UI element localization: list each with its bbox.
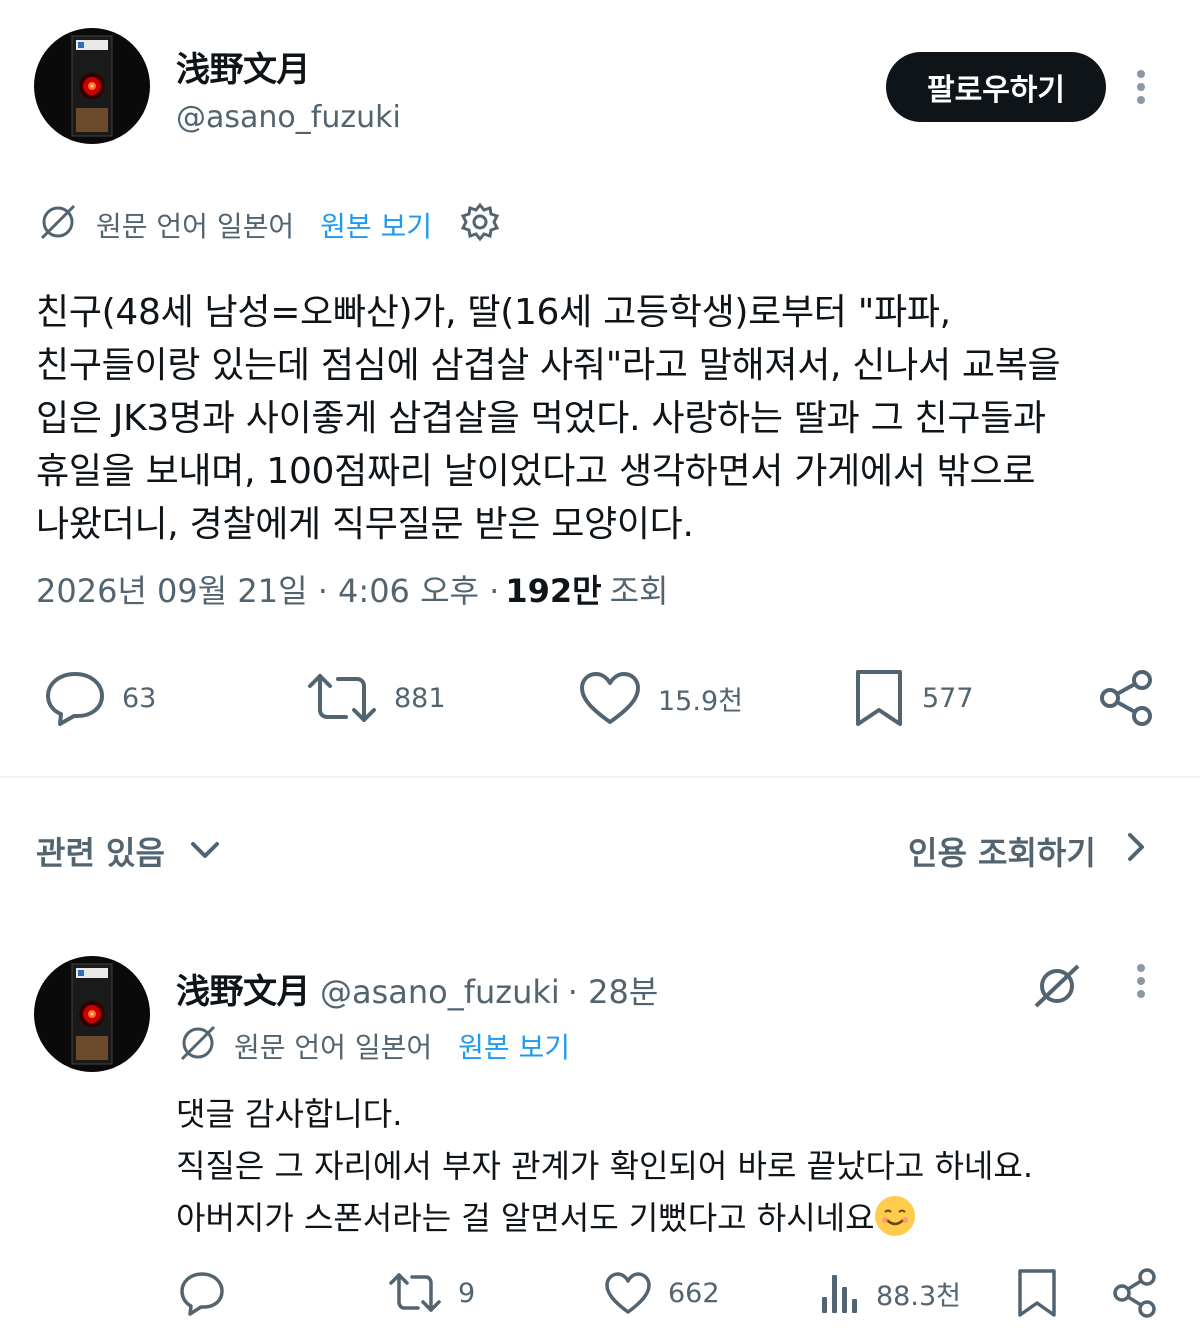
retweet-icon <box>388 1270 442 1316</box>
chevron-down-icon <box>189 832 221 870</box>
reply-show-original-link[interactable]: 원본 보기 <box>458 1026 570 1066</box>
translate-icon <box>36 200 80 251</box>
reply-translation-notice: 원문 언어 일본어 원본 보기 <box>176 1022 570 1070</box>
reply-reply-button[interactable] <box>178 1268 226 1318</box>
tweet-text-line: 친구(48세 남성=오빠산)가, 딸(16세 고등학생)로부터 "파파, <box>36 292 951 333</box>
tweet-text: 친구(48세 남성=오빠산)가, 딸(16세 고등학생)로부터 "파파, 친구들… <box>36 286 1176 551</box>
reply-views-button[interactable]: 88.3천 <box>818 1268 961 1318</box>
chevron-right-icon <box>1126 831 1148 871</box>
smile-emoji <box>874 1196 915 1236</box>
retweet-icon <box>306 670 378 726</box>
like-icon <box>578 670 642 726</box>
translation-notice: 원문 언어 일본어 원본 보기 <box>36 200 500 250</box>
follow-button[interactable]: 팔로우하기 <box>886 52 1106 122</box>
reply-header: 浅野文月 @asano_fuzuki · 28분 <box>176 964 658 1013</box>
share-icon <box>1098 668 1156 728</box>
views-label: 조회 <box>609 572 669 610</box>
related-label: 관련 있음 <box>36 834 165 872</box>
reply-like-button[interactable]: 662 <box>604 1268 720 1318</box>
bookmark-count: 577 <box>922 682 974 714</box>
tweet-text-line: 친구들이랑 있는데 점심에 삼겹살 사줘"라고 말해져서, 신나서 교복을 <box>36 345 1061 386</box>
share-button[interactable] <box>1098 668 1156 728</box>
views-count: 192만 <box>505 572 602 610</box>
reply-button[interactable]: 63 <box>44 670 156 726</box>
reply-icon <box>178 1270 226 1316</box>
reply-like-count: 662 <box>668 1277 720 1309</box>
translate-icon <box>176 1021 220 1072</box>
reply-text-line: 직질은 그 자리에서 부자 관계가 확인되어 바로 끝났다고 하네요. <box>176 1147 1033 1185</box>
tweet-timestamp[interactable]: 2026년 09월 21일 · 4:06 오후 · <box>36 566 499 612</box>
reply-retweet-count: 9 <box>458 1277 476 1309</box>
tweet-text-line: 나왔더니, 경찰에게 직무질문 받은 모양이다. <box>36 504 694 545</box>
reply-text-line-content: 아버지가 스폰서라는 걸 알면서도 기뻤다고 하시네요 <box>176 1199 875 1237</box>
reply-text-line: 아버지가 스폰서라는 걸 알면서도 기뻤다고 하시네요 <box>176 1192 1176 1244</box>
like-icon <box>604 1271 652 1315</box>
reply-text-line: 댓글 감사합니다. <box>176 1095 403 1133</box>
bookmark-button[interactable]: 577 <box>852 668 974 728</box>
reply-views-count: 88.3천 <box>876 1280 961 1312</box>
reply-time[interactable]: · 28분 <box>568 967 659 1013</box>
author-avatar[interactable] <box>34 28 150 144</box>
reply-count: 63 <box>122 682 157 714</box>
retweet-count: 881 <box>394 682 446 714</box>
reply-share-button[interactable] <box>1112 1266 1158 1320</box>
view-quotes-link[interactable]: 인용 조회하기 <box>908 826 1148 876</box>
more-icon[interactable] <box>1136 70 1146 104</box>
reply-author-handle[interactable]: @asano_fuzuki <box>320 973 560 1011</box>
like-button[interactable]: 15.9천 <box>578 670 743 726</box>
reply-text: 댓글 감사합니다. 직질은 그 자리에서 부자 관계가 확인되어 바로 끝났다고… <box>176 1088 1176 1244</box>
author-name[interactable]: 浅野文月 <box>176 42 311 91</box>
divider <box>0 776 1200 778</box>
reply-bookmark-button[interactable] <box>1016 1266 1058 1320</box>
reply-author-avatar[interactable] <box>34 956 150 1072</box>
reply-author-name[interactable]: 浅野文月 <box>176 964 311 1013</box>
like-count: 15.9천 <box>658 685 743 717</box>
reply-original-language-label: 원문 언어 일본어 <box>234 1031 433 1064</box>
related-dropdown[interactable]: 관련 있음 <box>36 826 221 876</box>
retweet-button[interactable]: 881 <box>306 670 446 726</box>
original-language-label: 원문 언어 일본어 <box>96 210 295 243</box>
author-handle[interactable]: @asano_fuzuki <box>176 100 401 135</box>
share-icon <box>1112 1267 1158 1319</box>
show-original-link[interactable]: 원본 보기 <box>320 205 432 245</box>
tweet-meta: 2026년 09월 21일 · 4:06 오후 · 192만 조회 <box>36 566 668 612</box>
grok-translate-icon[interactable] <box>1030 962 1084 1014</box>
reply-more-icon[interactable] <box>1136 964 1146 998</box>
tweet-text-line: 휴일을 보내며, 100점짜리 날이었다고 생각하면서 가게에서 밖으로 <box>36 451 1036 492</box>
gear-icon[interactable] <box>460 202 500 249</box>
reply-icon <box>44 670 106 726</box>
bookmark-icon <box>852 668 906 728</box>
tweet-text-line: 입은 JK3명과 사이좋게 삼겹살을 먹었다. 사랑하는 딸과 그 친구들과 <box>36 398 1046 439</box>
reply-retweet-button[interactable]: 9 <box>388 1268 475 1318</box>
bookmark-icon <box>1016 1267 1058 1319</box>
view-quotes-label: 인용 조회하기 <box>908 834 1096 872</box>
views-icon <box>818 1271 860 1315</box>
